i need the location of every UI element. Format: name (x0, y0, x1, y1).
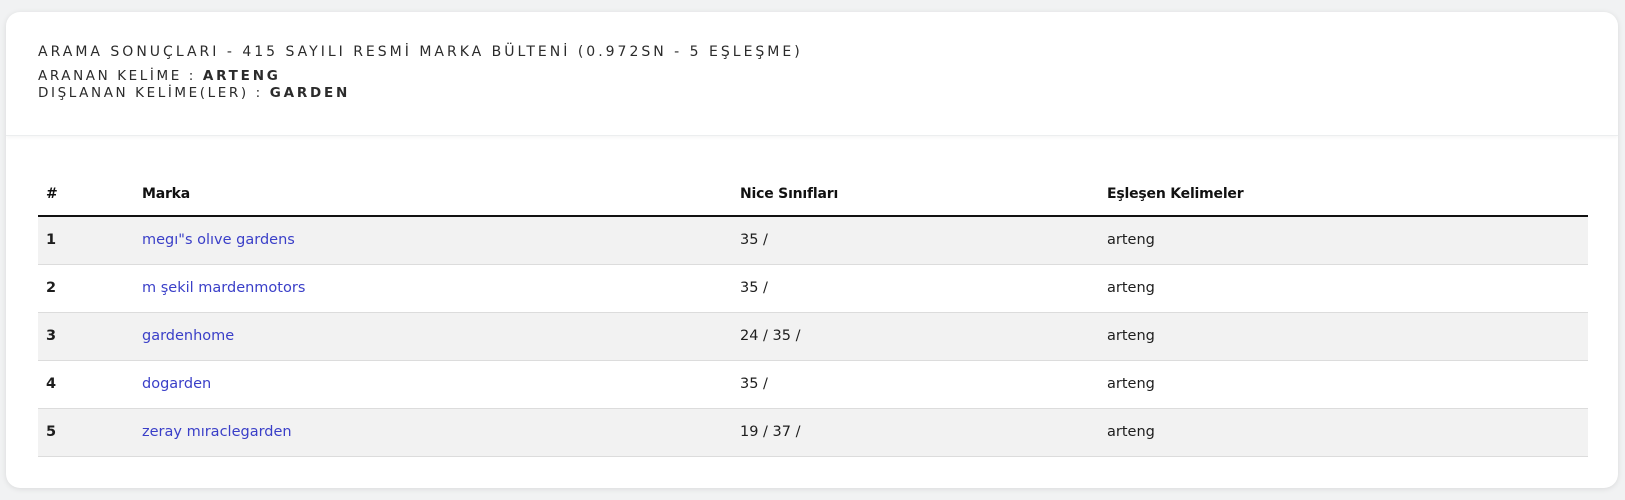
table-row: 2 m şekil mardenmotors 35 / arteng (38, 264, 1588, 313)
matched-words-cell: arteng (1099, 216, 1588, 265)
brand-link[interactable]: gardenhome (142, 328, 234, 344)
row-number: 5 (38, 408, 134, 457)
excluded-keywords-line: DIŞLANAN KELİME(LER) : GARDEN (38, 85, 1586, 102)
row-number: 3 (38, 312, 134, 361)
excluded-keywords-label: DIŞLANAN KELİME(LER) : (38, 85, 270, 101)
table-row: 1 megı"s olıve gardens 35 / arteng (38, 216, 1588, 265)
row-number: 1 (38, 216, 134, 265)
table-header-row: # Marka Nice Sınıfları Eşleşen Kelimeler (38, 172, 1588, 217)
brand-cell: m şekil mardenmotors (134, 264, 732, 313)
brand-cell: megı"s olıve gardens (134, 216, 732, 265)
searched-keyword-line: ARANAN KELİME : ARTENG (38, 68, 1586, 85)
row-number: 2 (38, 264, 134, 313)
table-header: # Marka Nice Sınıfları Eşleşen Kelimeler (38, 172, 1588, 217)
matched-words-cell: arteng (1099, 264, 1588, 313)
brand-cell: gardenhome (134, 312, 732, 361)
nice-classes-cell: 35 / (732, 216, 1099, 265)
nice-classes-cell: 35 / (732, 264, 1099, 313)
excluded-keywords-value: GARDEN (269, 85, 351, 101)
column-header-brand: Marka (134, 172, 732, 217)
searched-keyword-label: ARANAN KELİME : (38, 68, 203, 84)
results-card: ARAMA SONUÇLARI - 415 SAYILI RESMİ MARKA… (6, 12, 1618, 488)
table-row: 5 zeray mıraclegarden 19 / 37 / arteng (38, 408, 1588, 457)
row-number: 4 (38, 360, 134, 409)
column-header-number: # (38, 172, 134, 217)
brand-link[interactable]: megı"s olıve gardens (142, 232, 295, 248)
page-title: ARAMA SONUÇLARI - 415 SAYILI RESMİ MARKA… (38, 44, 803, 60)
matched-words-cell: arteng (1099, 408, 1588, 457)
results-table: # Marka Nice Sınıfları Eşleşen Kelimeler… (38, 172, 1588, 457)
table-body: 1 megı"s olıve gardens 35 / arteng 2 m ş… (38, 216, 1588, 457)
column-header-nice-classes: Nice Sınıfları (732, 172, 1099, 217)
results-header: ARAMA SONUÇLARI - 415 SAYILI RESMİ MARKA… (6, 12, 1618, 136)
matched-words-cell: arteng (1099, 360, 1588, 409)
brand-link[interactable]: zeray mıraclegarden (142, 424, 292, 440)
nice-classes-cell: 24 / 35 / (732, 312, 1099, 361)
brand-cell: zeray mıraclegarden (134, 408, 732, 457)
results-body: # Marka Nice Sınıfları Eşleşen Kelimeler… (6, 136, 1618, 457)
brand-cell: dogarden (134, 360, 732, 409)
searched-keyword-value: ARTENG (202, 68, 281, 84)
nice-classes-cell: 19 / 37 / (732, 408, 1099, 457)
matched-words-cell: arteng (1099, 312, 1588, 361)
brand-link[interactable]: dogarden (142, 376, 211, 392)
brand-link[interactable]: m şekil mardenmotors (142, 280, 305, 296)
table-row: 3 gardenhome 24 / 35 / arteng (38, 312, 1588, 361)
nice-classes-cell: 35 / (732, 360, 1099, 409)
column-header-matched-words: Eşleşen Kelimeler (1099, 172, 1588, 217)
table-row: 4 dogarden 35 / arteng (38, 360, 1588, 409)
